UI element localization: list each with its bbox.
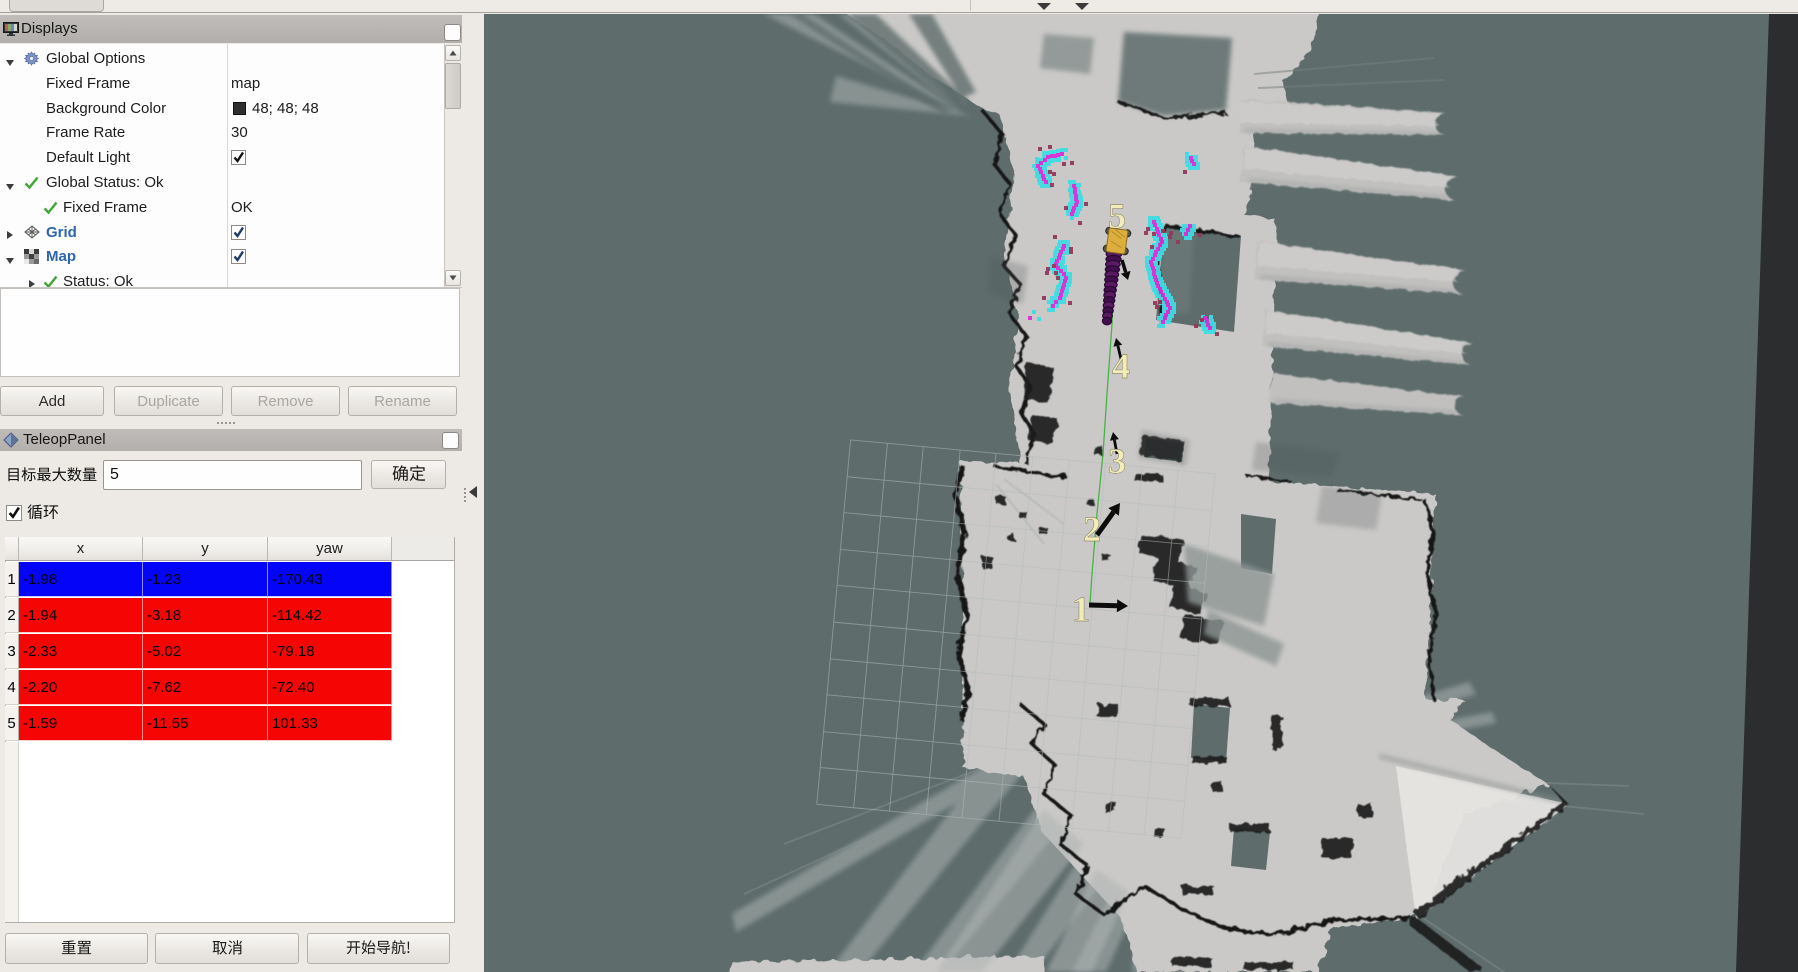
svg-text:5: 5 [1108, 196, 1126, 236]
svg-text:4: 4 [1112, 346, 1130, 386]
svg-text:2: 2 [1083, 509, 1101, 549]
svg-text:1: 1 [1072, 589, 1090, 629]
svg-text:3: 3 [1108, 441, 1126, 481]
